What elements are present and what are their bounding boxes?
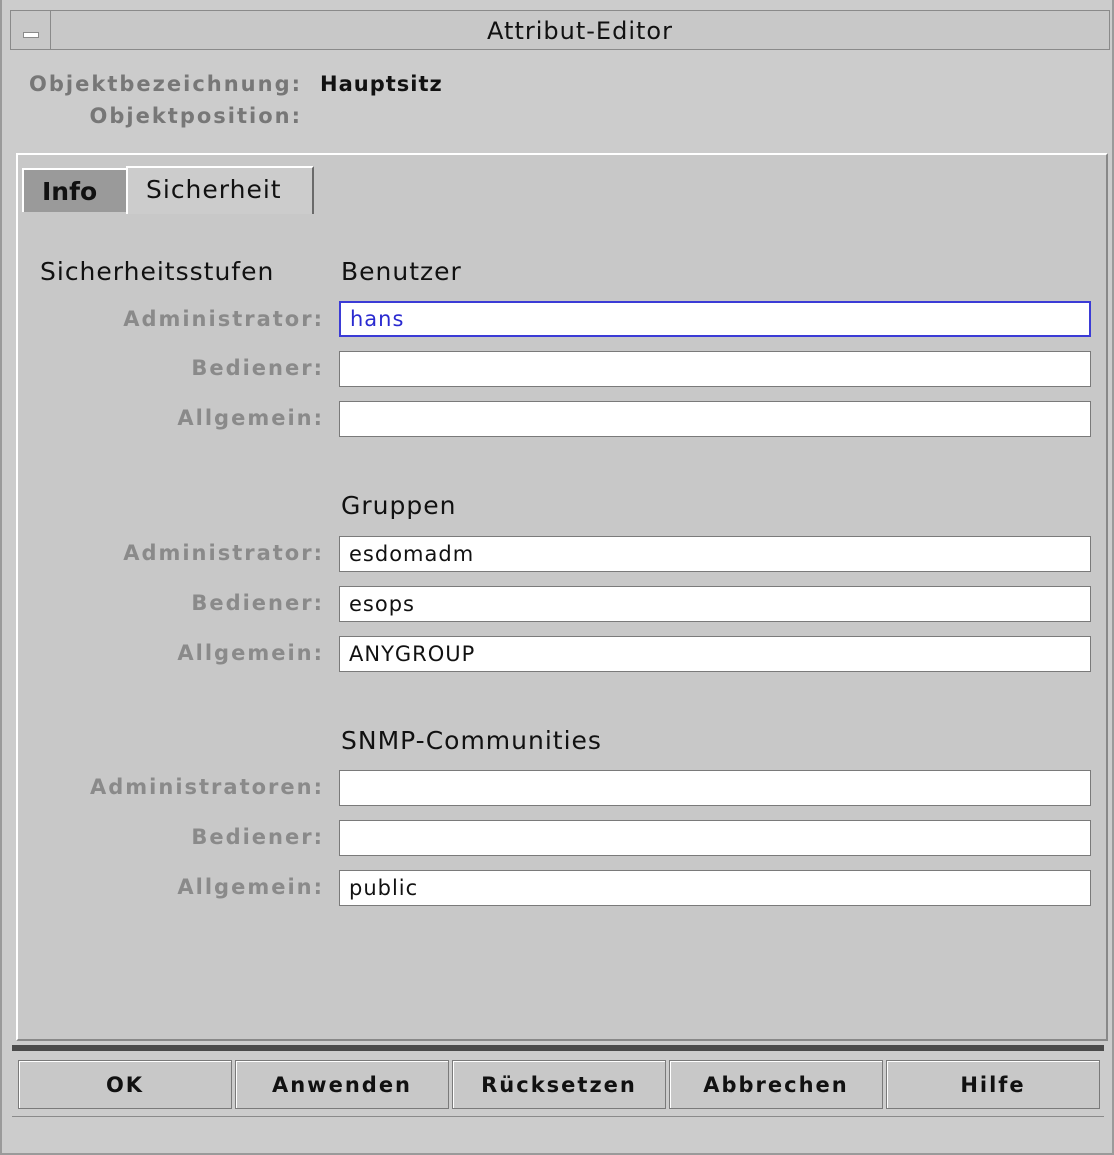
groups-heading: Gruppen	[341, 491, 457, 520]
ok-button[interactable]: OK	[18, 1060, 232, 1109]
snmp-operator-label: Bediener:	[191, 825, 324, 849]
snmp-admins-label: Administratoren:	[90, 775, 324, 799]
cancel-button[interactable]: Abbrechen	[669, 1060, 883, 1109]
object-name-value: Hauptsitz	[320, 72, 443, 96]
groups-admin-field[interactable]: esdomadm	[339, 536, 1091, 572]
users-admin-field[interactable]: hans	[339, 301, 1091, 337]
object-position-label: Objektposition:	[89, 104, 302, 128]
users-heading: Benutzer	[341, 257, 462, 286]
snmp-heading: SNMP-Communities	[341, 726, 602, 755]
attribute-editor-window: Attribut-Editor Objektbezeichnung: Haupt…	[0, 0, 1114, 1155]
snmp-admins-field[interactable]	[339, 770, 1091, 806]
window-title: Attribut-Editor	[487, 17, 673, 45]
window-menu-button[interactable]	[11, 11, 51, 49]
groups-general-label: Allgemein:	[177, 641, 324, 665]
users-operator-field[interactable]	[339, 351, 1091, 387]
help-button[interactable]: Hilfe	[886, 1060, 1100, 1109]
snmp-general-field[interactable]: public	[339, 870, 1091, 906]
divider	[12, 1045, 1104, 1051]
snmp-general-label: Allgemein:	[177, 875, 324, 899]
reset-button[interactable]: Rücksetzen	[452, 1060, 666, 1109]
groups-operator-field[interactable]: esops	[339, 586, 1091, 622]
users-general-field[interactable]	[339, 401, 1091, 437]
object-name-label: Objektbezeichnung:	[29, 72, 302, 96]
minimize-icon	[23, 32, 39, 38]
users-general-label: Allgemein:	[177, 406, 324, 430]
users-operator-label: Bediener:	[191, 356, 324, 380]
status-bar	[12, 1116, 1104, 1151]
groups-admin-label: Administrator:	[123, 541, 324, 565]
tab-info[interactable]: Info	[22, 168, 128, 212]
groups-general-field[interactable]: ANYGROUP	[339, 636, 1091, 672]
tab-sicherheit[interactable]: Sicherheit	[126, 166, 314, 214]
snmp-operator-field[interactable]	[339, 820, 1091, 856]
security-levels-heading: Sicherheitsstufen	[40, 257, 275, 286]
users-admin-label: Administrator:	[123, 307, 324, 331]
apply-button[interactable]: Anwenden	[235, 1060, 449, 1109]
groups-operator-label: Bediener:	[191, 591, 324, 615]
title-bar: Attribut-Editor	[10, 10, 1110, 50]
